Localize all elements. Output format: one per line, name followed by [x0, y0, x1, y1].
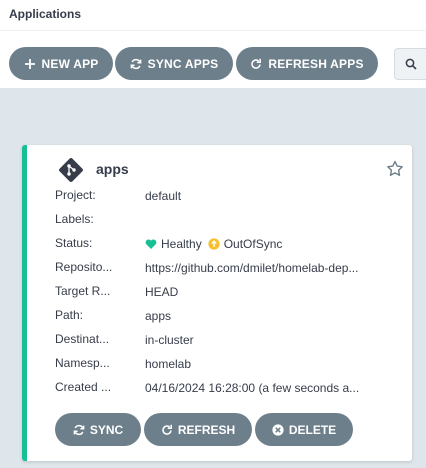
top-bar: Applications NEW APP SYNC APPS REFRESH A… — [0, 0, 426, 88]
repository-value: https://github.com/dmilet/homelab-dep... — [145, 261, 359, 275]
repository-row: Reposito... https://github.com/dmilet/ho… — [55, 260, 385, 276]
close-circle-icon — [272, 423, 284, 436]
status-value: Healthy OutOfSync — [145, 236, 385, 252]
project-value: default — [145, 189, 182, 203]
project-label: Project: — [55, 188, 96, 202]
target-revision-row: Target R... HEAD — [55, 284, 385, 300]
path-row: Path: apps — [55, 308, 385, 324]
namespace-row: Namesp... homelab — [55, 356, 385, 372]
sync-icon — [130, 58, 141, 69]
destination-value: in-cluster — [145, 333, 194, 347]
refresh-label: REFRESH — [177, 422, 236, 437]
sync-status: OutOfSync — [223, 237, 283, 251]
app-name[interactable]: apps — [96, 161, 129, 177]
created-label: Created ... — [55, 380, 112, 394]
arrow-up-circle-icon — [208, 238, 220, 250]
sync-apps-label: SYNC APPS — [147, 56, 219, 71]
sync-icon — [73, 424, 85, 435]
git-icon — [59, 158, 83, 182]
created-row: Created ... 04/16/2024 16:28:00 (a few s… — [55, 380, 385, 396]
page-title: Applications — [9, 7, 82, 21]
search-input[interactable] — [394, 48, 426, 80]
sync-label: SYNC — [89, 422, 124, 437]
sync-apps-button[interactable]: SYNC APPS — [115, 47, 233, 80]
refresh-apps-label: REFRESH APPS — [268, 56, 364, 71]
namespace-value: homelab — [145, 357, 192, 371]
delete-button[interactable]: DELETE — [255, 413, 353, 446]
target-revision-label: Target R... — [55, 284, 111, 298]
heart-icon — [145, 239, 157, 249]
destination-label: Destinat... — [55, 332, 110, 346]
new-app-label: NEW APP — [41, 56, 99, 71]
plus-icon — [24, 58, 35, 69]
status-row: Status: Healthy OutOfSync — [55, 236, 385, 252]
target-revision-value: HEAD — [145, 285, 179, 299]
delete-label: DELETE — [288, 422, 337, 437]
labels-value — [145, 212, 385, 228]
refresh-apps-button[interactable]: REFRESH APPS — [236, 47, 378, 80]
application-tile[interactable]: apps Project: default Labels: Status: He… — [22, 145, 412, 461]
refresh-button[interactable]: REFRESH — [144, 413, 252, 446]
destination-row: Destinat... in-cluster — [55, 332, 385, 348]
path-value: apps — [145, 309, 172, 323]
created-value: 04/16/2024 16:28:00 (a few seconds a... — [145, 381, 360, 395]
project-row: Project: default — [55, 188, 385, 204]
sync-button[interactable]: SYNC — [55, 413, 141, 446]
labels-label: Labels: — [55, 212, 94, 226]
divider — [0, 30, 426, 31]
health-status: Healthy — [161, 237, 202, 251]
status-label: Status: — [55, 236, 93, 250]
path-label: Path: — [55, 308, 84, 322]
new-app-button[interactable]: NEW APP — [9, 47, 113, 80]
star-icon[interactable] — [386, 160, 404, 178]
namespace-label: Namesp... — [55, 356, 110, 370]
refresh-icon — [251, 58, 262, 69]
labels-row: Labels: — [55, 212, 385, 228]
search-icon — [405, 58, 417, 70]
repository-label: Reposito... — [55, 260, 113, 274]
refresh-icon — [162, 424, 172, 435]
